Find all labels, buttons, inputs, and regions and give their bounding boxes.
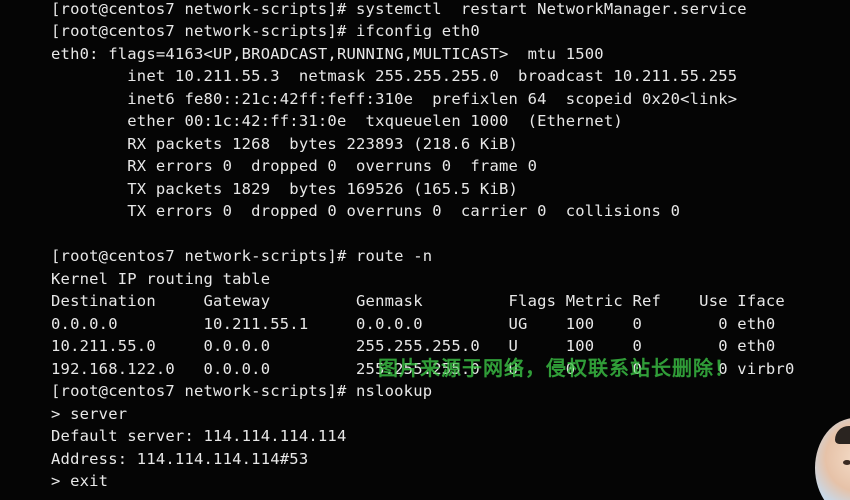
- terminal-line-9: TX packets 1829 bytes 169526 (165.5 KiB): [51, 180, 519, 198]
- routing-table-header: Destination Gateway Genmask Flags Metric…: [51, 292, 785, 310]
- routing-table-row: 10.211.55.0 0.0.0.0 255.255.255.0 U 100 …: [51, 337, 776, 355]
- terminal-line-5: inet6 fe80::21c:42ff:feff:310e prefixlen…: [51, 90, 738, 108]
- terminal-line-8: RX errors 0 dropped 0 overruns 0 frame 0: [51, 157, 538, 175]
- terminal-line-7: RX packets 1268 bytes 223893 (218.6 KiB): [51, 135, 519, 153]
- presenter-avatar: [815, 418, 850, 500]
- terminal-line-6: ether 00:1c:42:ff:31:0e txqueuelen 1000 …: [51, 112, 623, 130]
- terminal-line-4: inet 10.211.55.3 netmask 255.255.255.0 b…: [51, 67, 738, 85]
- routing-table-row: 0.0.0.0 10.211.55.1 0.0.0.0 UG 100 0 0 e…: [51, 315, 776, 333]
- terminal-line-13: Kernel IP routing table: [51, 270, 271, 288]
- avatar-hair: [835, 426, 850, 444]
- watermark-overlay: 图片来源于网络，侵权联系站长删除！: [378, 356, 735, 380]
- terminal-window[interactable]: [root@centos7 network-scripts]# systemct…: [0, 0, 850, 500]
- avatar-eye-left: [843, 460, 850, 465]
- terminal-line-3: eth0: flags=4163<UP,BROADCAST,RUNNING,MU…: [51, 45, 604, 63]
- terminal-line-22: > exit: [51, 472, 109, 490]
- terminal-line-10: TX errors 0 dropped 0 overruns 0 carrier…: [51, 202, 681, 220]
- terminal-line-1: [root@centos7 network-scripts]# systemct…: [51, 0, 747, 18]
- terminal-line-2: [root@centos7 network-scripts]# ifconfig…: [51, 22, 480, 40]
- terminal-line-21: Address: 114.114.114.114#53: [51, 450, 309, 468]
- terminal-line-12: [root@centos7 network-scripts]# route -n: [51, 247, 433, 265]
- terminal-line-18: [root@centos7 network-scripts]# nslookup: [51, 382, 433, 400]
- terminal-line-20: Default server: 114.114.114.114: [51, 427, 347, 445]
- terminal-line-19: > server: [51, 405, 128, 423]
